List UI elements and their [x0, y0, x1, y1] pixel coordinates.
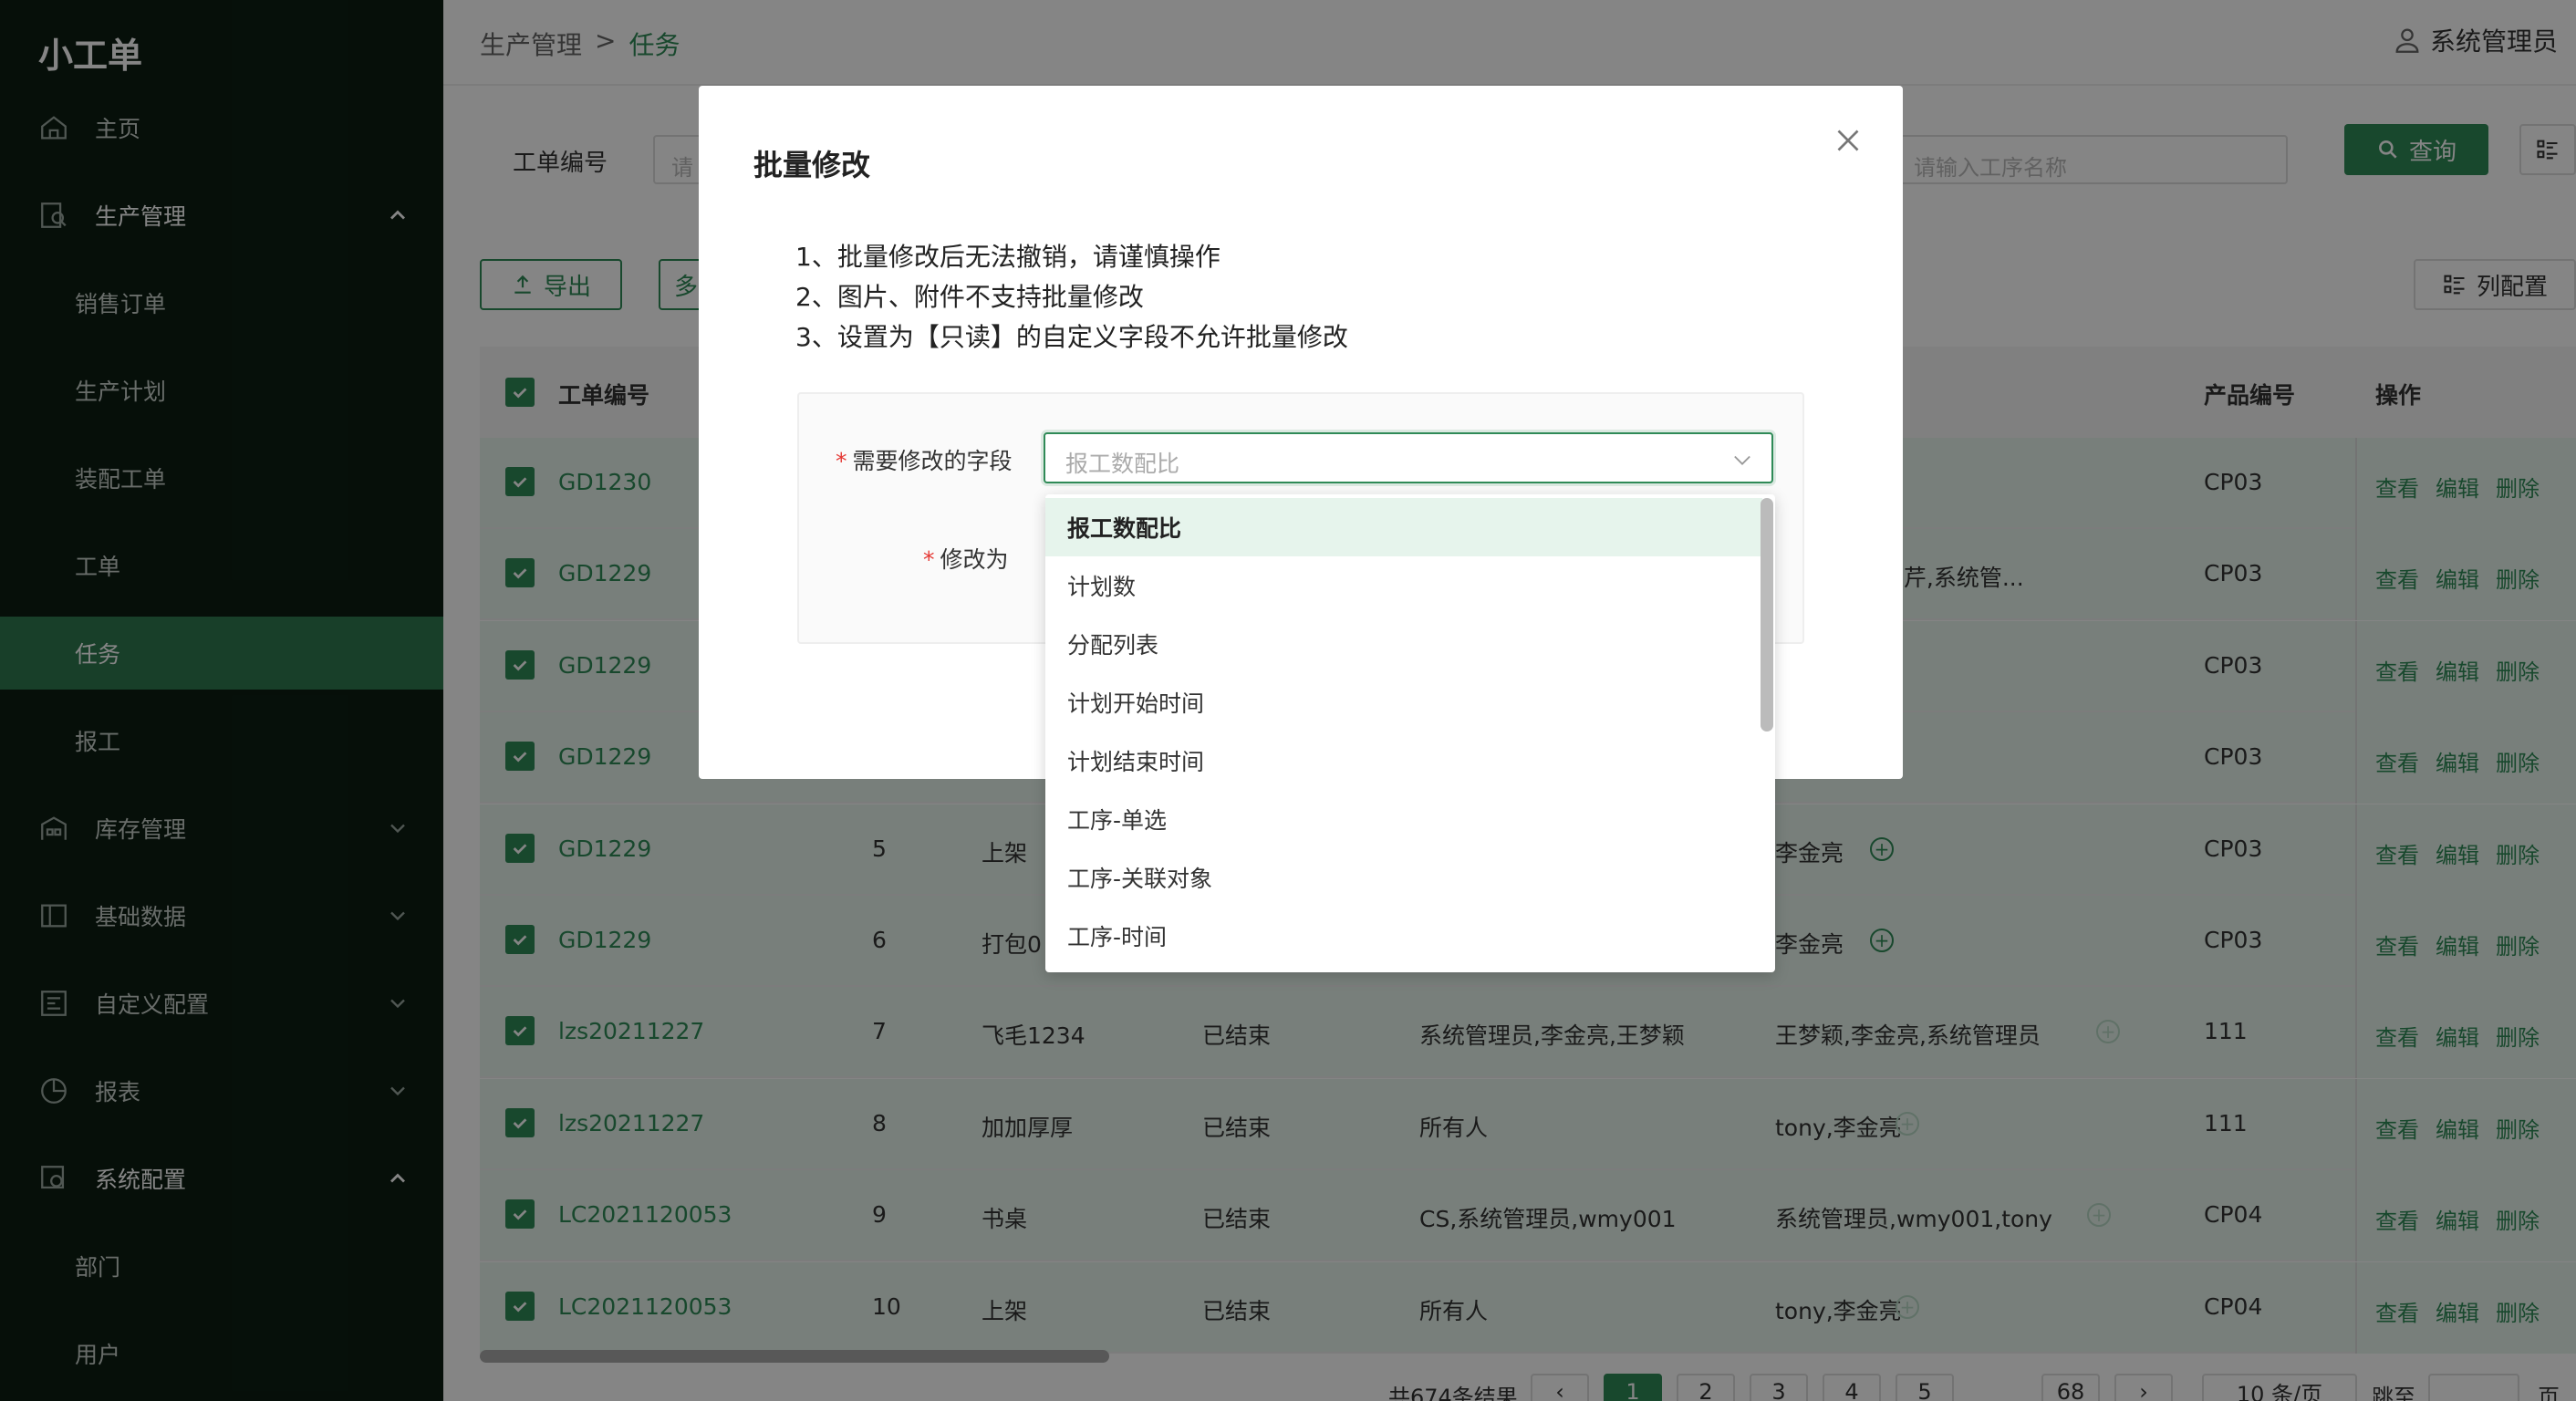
field-dropdown: 报工数配比 计划数 分配列表 计划开始时间 计划结束时间 工序-单选 工序-关联…: [1045, 494, 1775, 972]
modal-notes: 1、批量修改后无法撤销，请谨慎操作 2、图片、附件不支持批量修改 3、设置为【只…: [795, 237, 1348, 358]
value-label: * 修改为: [923, 546, 1009, 573]
note-3: 3、设置为【只读】的自定义字段不允许批量修改: [795, 322, 1348, 352]
note-1: 1、批量修改后无法撤销，请谨慎操作: [795, 242, 1220, 272]
note-2: 2、图片、附件不支持批量修改: [795, 282, 1144, 312]
option-process-single[interactable]: 工序-单选: [1045, 790, 1762, 848]
option-assign-list[interactable]: 分配列表: [1045, 615, 1762, 673]
option-report-ratio[interactable]: 报工数配比: [1045, 498, 1762, 556]
option-plan-end[interactable]: 计划结束时间: [1045, 732, 1762, 790]
field-select[interactable]: 报工数配比: [1044, 432, 1773, 483]
field-select-value: 报工数配比: [1065, 451, 1180, 477]
close-icon[interactable]: [1832, 124, 1864, 157]
field-label: * 需要修改的字段: [836, 448, 1013, 474]
chevron-down-icon: [1734, 455, 1750, 465]
option-process-relation[interactable]: 工序-关联对象: [1045, 848, 1762, 907]
option-plan-count[interactable]: 计划数: [1045, 556, 1762, 615]
dropdown-scrollbar[interactable]: [1761, 498, 1773, 732]
option-process-time[interactable]: 工序-时间: [1045, 907, 1762, 965]
modal-title: 批量修改: [753, 148, 871, 182]
option-plan-start[interactable]: 计划开始时间: [1045, 673, 1762, 732]
